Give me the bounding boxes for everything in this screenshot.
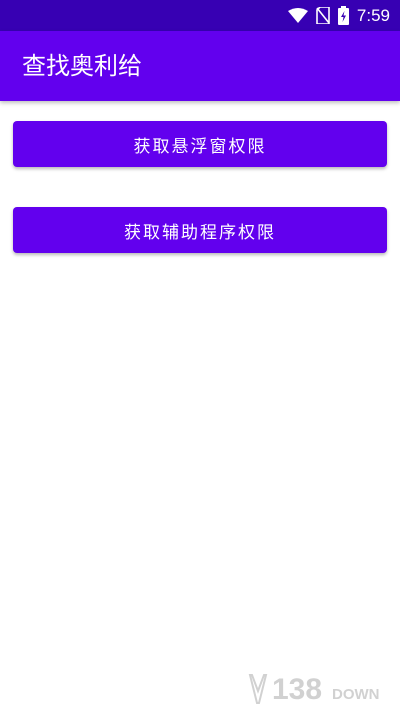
wifi-icon [287,7,308,23]
request-accessibility-permission-button[interactable]: 获取辅助程序权限 [13,207,387,253]
svg-text:DOWN: DOWN [332,686,380,703]
request-overlay-permission-button[interactable]: 获取悬浮窗权限 [13,121,387,167]
no-sim-icon [316,7,330,24]
watermark-logo: 138 DOWN [248,673,380,706]
battery-charging-icon [337,6,349,25]
status-icons: 7:59 [280,0,390,31]
svg-text:138: 138 [272,673,322,706]
status-time: 7:59 [356,5,390,25]
app-title: 查找奥利给 [22,52,142,80]
app-bar: 查找奥利给 [0,31,400,101]
status-bar: 7:59 [0,0,400,31]
